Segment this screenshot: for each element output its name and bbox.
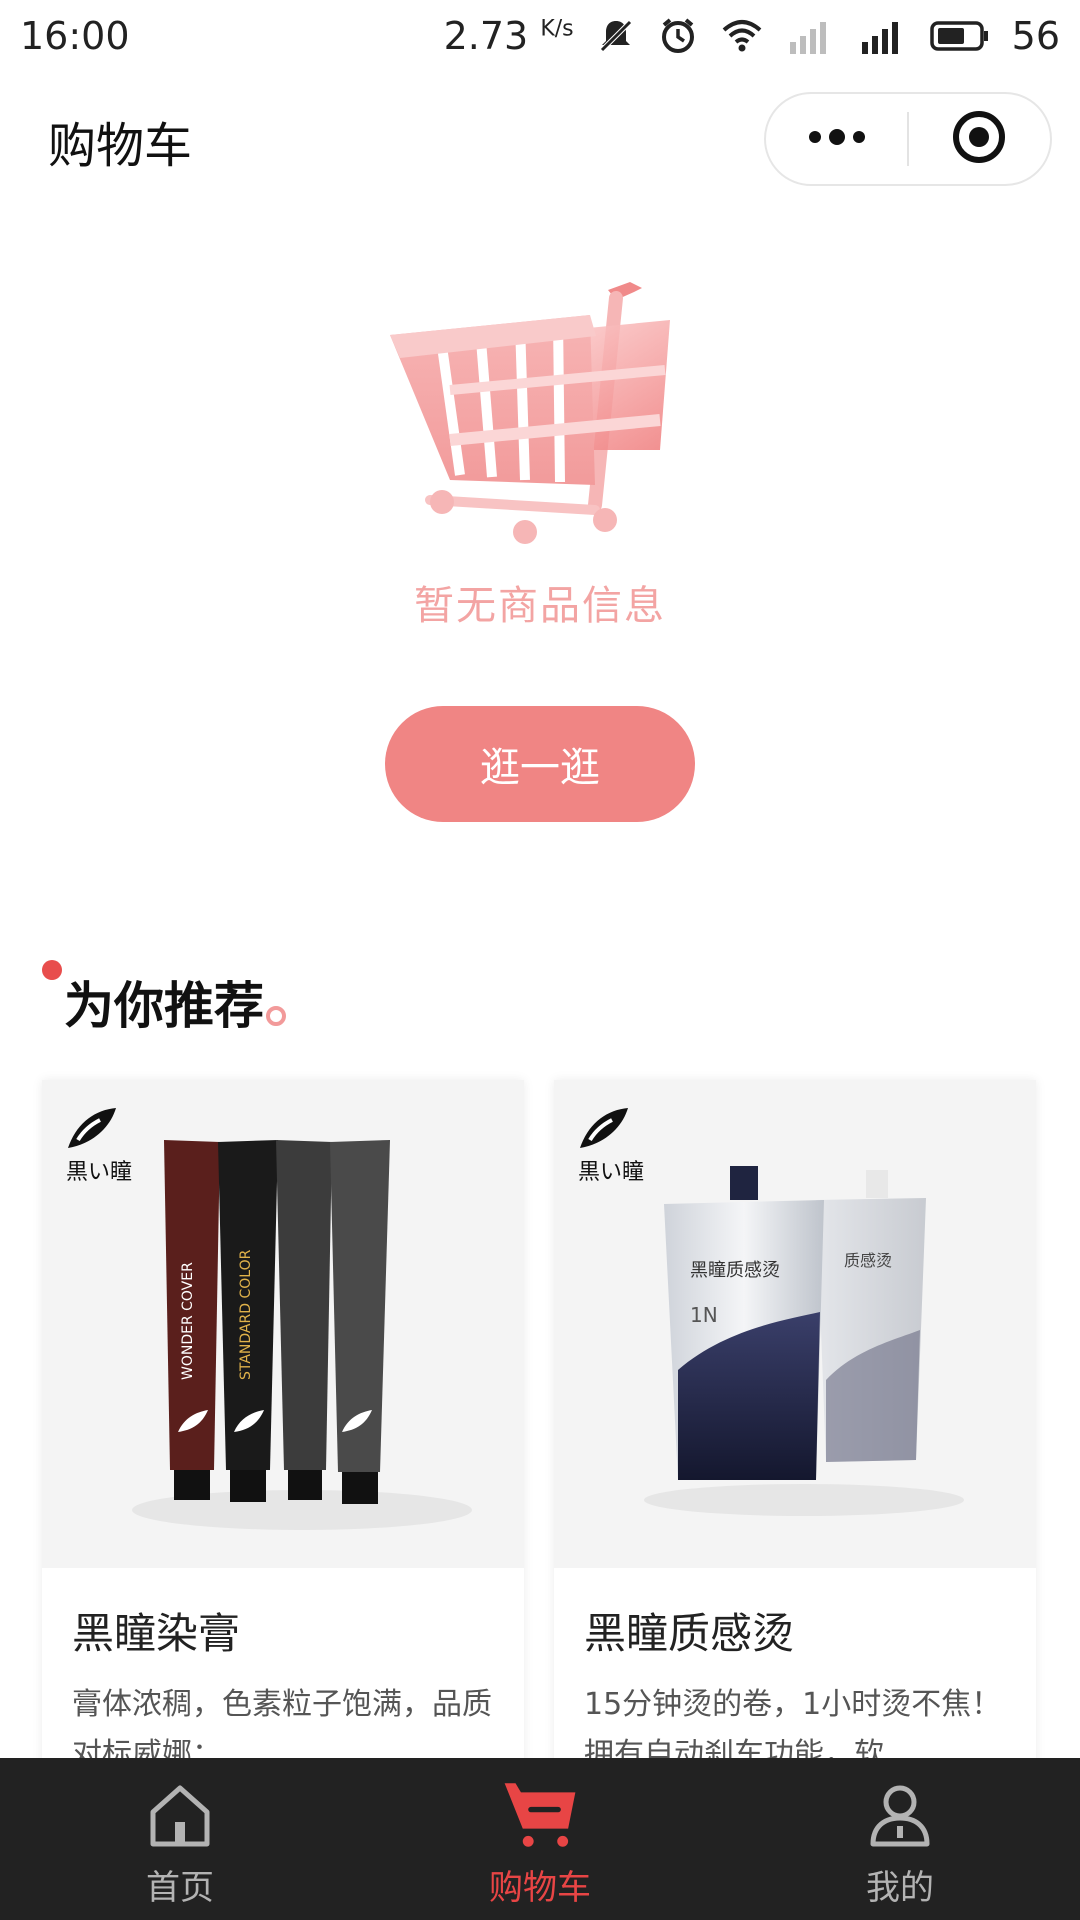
dye-tubes-image: WONDER COVER STANDARD COLOR [132,1140,472,1530]
user-icon [861,1776,939,1854]
signal-icon [786,16,834,56]
cart-icon [501,1776,579,1854]
close-miniprogram-button[interactable] [909,94,1050,184]
miniprogram-capsule [764,92,1052,186]
product-image: 黒い瞳 质感烫 黑瞳质感烫 1N [554,1080,1036,1568]
tab-profile[interactable]: 我的 [720,1758,1080,1920]
alarm-icon [658,16,698,56]
battery-level: 56 [1011,14,1060,58]
product-name: 黑瞳染膏 [72,1609,241,1658]
status-time: 16:00 [20,14,130,58]
browse-button[interactable]: 逛一逛 [385,706,695,822]
tab-label: 首页 [146,1868,214,1908]
network-speed-value: 2.73 [443,14,529,58]
more-button[interactable] [766,94,907,184]
recommend-title: 为你推荐 [64,977,264,1035]
battery-icon [929,16,990,56]
tube-text-1: WONDER COVER [180,1262,196,1380]
pouch-label-front: 黑瞳质感烫 [690,1260,780,1281]
tab-home[interactable]: 首页 [0,1758,360,1920]
home-icon [141,1776,219,1854]
status-bar: 16:00 2.73 K/s 56 [0,0,1080,72]
product-card[interactable]: 黒い瞳 质感烫 黑瞳质感烫 1N 黑瞳质感烫 15分钟烫的卷，1小时烫不焦！拥有… [554,1080,1036,1800]
empty-cart-message: 暂无商品信息 [414,583,666,629]
product-card[interactable]: 黒い瞳 WONDER COVER STANDARD COLOR 黑瞳染膏 膏体浓… [42,1080,524,1800]
mute-icon [596,16,636,56]
header: 购物车 [0,72,1080,202]
perm-pouches-image: 质感烫 黑瞳质感烫 1N [644,1166,964,1516]
pouch-code: 1N [690,1303,718,1327]
tab-cart[interactable]: 购物车 [360,1758,720,1920]
decor-dot [42,960,62,980]
network-speed: 2.73 K/s [444,14,574,58]
target-close-icon [951,109,1007,169]
product-image: 黒い瞳 WONDER COVER STANDARD COLOR [42,1080,524,1568]
pouch-label-back: 质感烫 [844,1251,892,1270]
page-title: 购物车 [48,118,193,174]
wifi-icon [720,16,764,56]
tab-bar: 首页 购物车 我的 [0,1758,1080,1920]
tab-label: 购物车 [489,1868,591,1908]
empty-cart-section: 暂无商品信息 [0,270,1080,630]
product-name: 黑瞳质感烫 [584,1609,795,1658]
tube-text-2: STANDARD COLOR [238,1249,254,1380]
network-speed-unit: K/s [540,16,574,42]
decor-ring [266,1006,286,1026]
signal-4g-icon [856,16,908,56]
tab-label: 我的 [866,1868,934,1908]
shopping-cart-icon [390,270,720,550]
product-grid: 黒い瞳 WONDER COVER STANDARD COLOR 黑瞳染膏 膏体浓… [42,1080,1038,1800]
more-dots-icon [805,125,869,153]
status-icons: 2.73 K/s 56 [444,14,1060,58]
